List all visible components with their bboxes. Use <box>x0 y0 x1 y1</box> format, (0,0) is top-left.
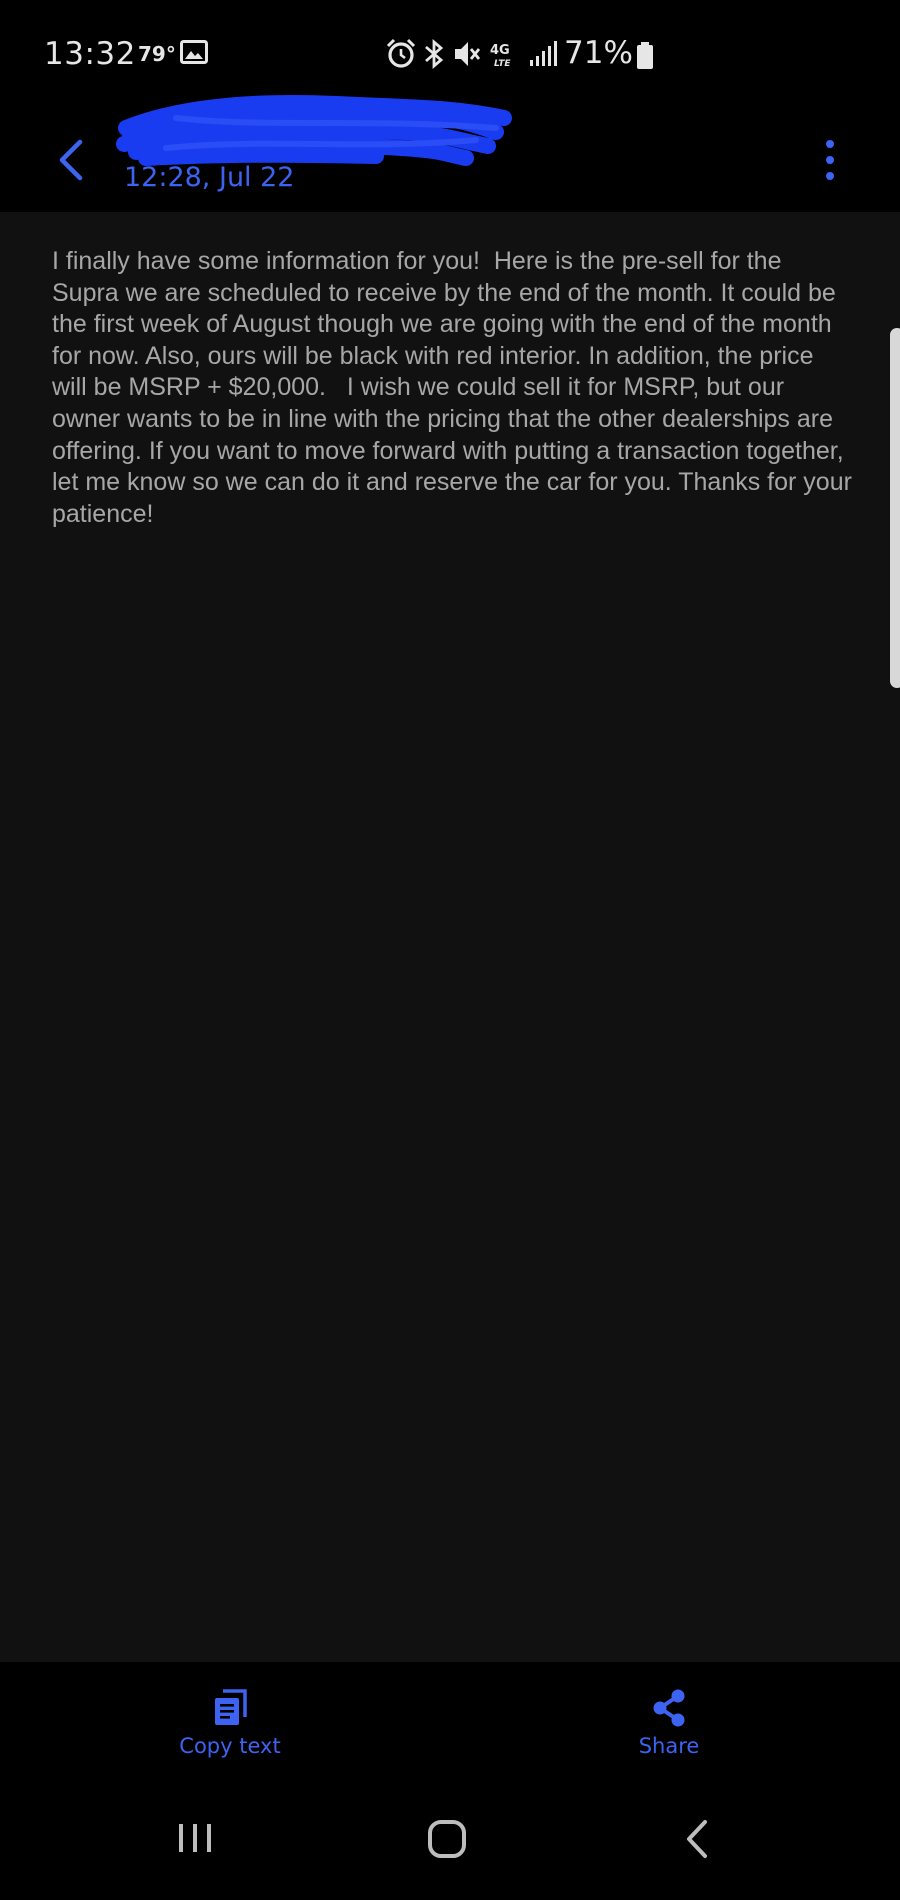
battery-icon <box>637 42 653 69</box>
message-timestamp: 12:28, Jul 22 <box>124 162 295 193</box>
home-button[interactable] <box>388 1782 508 1900</box>
battery-percentage: 71% <box>564 35 633 71</box>
app-header: 12:28, Jul 22 <box>0 95 900 212</box>
alarm-icon <box>386 38 416 68</box>
gallery-icon <box>180 40 208 64</box>
bottom-action-bar: Copy text Share <box>0 1662 900 1782</box>
status-temperature: 79° <box>138 42 176 66</box>
recents-button[interactable] <box>136 1782 256 1900</box>
lte-icon: 4G LTE <box>490 43 511 69</box>
screen: 13:32 79° 4G LTE 71% 12:28, Jul 22 I fin… <box>0 0 900 1900</box>
bluetooth-icon <box>425 38 444 70</box>
nav-back-button[interactable] <box>638 1782 758 1900</box>
recents-icon <box>179 1824 211 1852</box>
copy-icon <box>215 1689 247 1725</box>
mute-icon <box>455 42 481 66</box>
back-button[interactable] <box>52 130 92 190</box>
scroll-handle[interactable] <box>890 328 900 688</box>
back-arrow-icon <box>687 1820 707 1858</box>
navigation-bar <box>0 1782 900 1900</box>
message-area[interactable]: I finally have some information for you!… <box>0 212 900 1662</box>
svg-text:LTE: LTE <box>494 59 511 69</box>
share-button[interactable]: Share <box>569 1688 769 1758</box>
more-options-button[interactable] <box>812 130 848 190</box>
svg-text:4G: 4G <box>490 43 510 58</box>
share-label: Share <box>638 1734 700 1758</box>
share-icon <box>653 1689 685 1727</box>
signal-icon <box>530 41 557 66</box>
copy-text-button[interactable]: Copy text <box>130 1688 330 1758</box>
message-text[interactable]: I finally have some information for you!… <box>52 246 852 530</box>
copy-text-label: Copy text <box>179 1734 281 1758</box>
status-time: 13:32 <box>44 36 136 72</box>
home-icon <box>428 1820 466 1858</box>
